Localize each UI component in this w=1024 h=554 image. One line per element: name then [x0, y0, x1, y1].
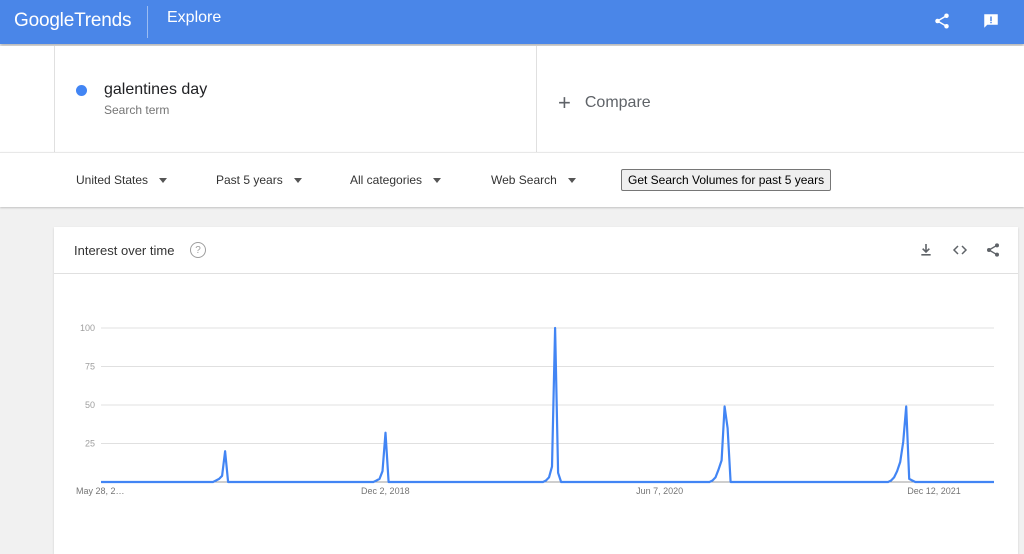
region-dropdown[interactable]: United States	[76, 173, 168, 187]
card-title: Interest over time	[74, 243, 175, 258]
caret-down-icon	[293, 177, 302, 183]
x-tick-label: May 28, 2…	[76, 486, 125, 496]
download-icon[interactable]	[916, 240, 936, 260]
plus-icon: +	[558, 90, 571, 115]
google-trends-logo[interactable]: GoogleTrends	[14, 10, 132, 32]
region-label: United States	[76, 173, 149, 187]
y-tick-label: 75	[85, 362, 95, 372]
term-color-dot	[76, 85, 87, 96]
help-icon[interactable]: ?	[190, 242, 206, 258]
search-type-label: Web Search	[491, 173, 557, 187]
filter-bar: United States Past 5 years All categorie…	[0, 152, 1024, 207]
time-range-dropdown[interactable]: Past 5 years	[216, 173, 302, 187]
card-header: Interest over time ?	[54, 227, 1018, 274]
feedback-icon[interactable]	[979, 9, 1003, 33]
interest-over-time-card: Interest over time ? 25 50 75 100 May 28, 2……	[54, 227, 1018, 554]
search-term-text[interactable]: galentines day	[104, 81, 207, 99]
embed-icon[interactable]	[950, 240, 970, 260]
category-label: All categories	[350, 173, 423, 187]
category-dropdown[interactable]: All categories	[350, 173, 442, 187]
x-tick-label: Dec 12, 2021	[907, 486, 961, 496]
search-term-type: Search term	[104, 103, 170, 117]
y-tick-label: 50	[85, 400, 95, 410]
top-bar: GoogleTrends Explore	[0, 0, 1024, 44]
caret-down-icon	[433, 177, 442, 183]
compare-button[interactable]: + Compare	[558, 90, 651, 116]
header-divider	[147, 6, 148, 38]
share-icon[interactable]	[930, 9, 954, 33]
y-tick-label: 100	[80, 323, 95, 333]
x-tick-label: Dec 2, 2018	[361, 486, 410, 496]
y-tick-label: 25	[85, 439, 95, 449]
share-icon[interactable]	[983, 240, 1003, 260]
page-section-title: Explore	[167, 9, 222, 26]
get-search-volumes-button[interactable]: Get Search Volumes for past 5 years	[621, 169, 832, 191]
time-range-label: Past 5 years	[216, 173, 283, 187]
search-term-area: galentines day Search term + Compare	[0, 46, 1024, 152]
caret-down-icon	[567, 177, 576, 183]
logo-google-text: Google	[14, 10, 75, 31]
x-tick-label: Jun 7, 2020	[636, 486, 683, 496]
caret-down-icon	[159, 177, 168, 183]
search-type-dropdown[interactable]: Web Search	[491, 173, 576, 187]
search-term-card[interactable]: galentines day Search term	[54, 46, 537, 152]
interest-over-time-chart[interactable]: 25 50 75 100 May 28, 2… Dec 2, 2018 Jun 7, 202…	[54, 274, 1018, 554]
compare-label: Compare	[584, 94, 651, 111]
logo-trends-text: Trends	[74, 10, 132, 31]
